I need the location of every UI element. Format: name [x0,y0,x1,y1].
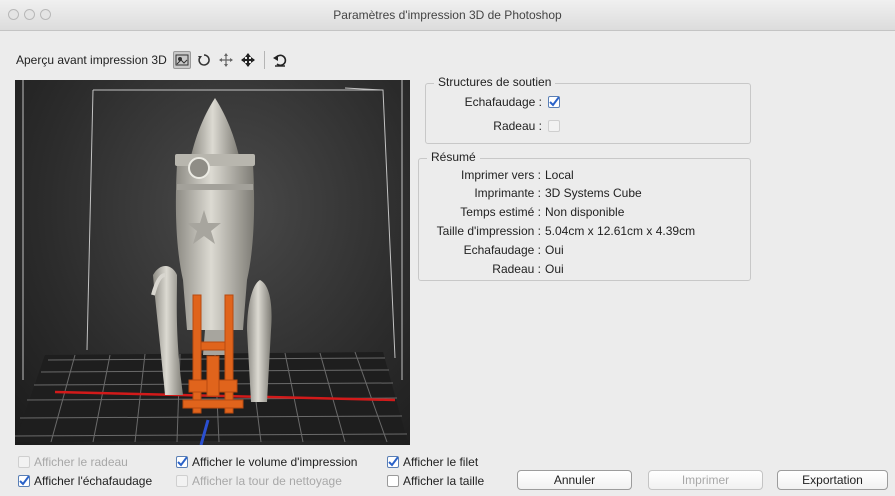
show-size-checkbox[interactable] [387,475,399,487]
raft-label: Radeau : [493,119,542,133]
raft-checkbox[interactable] [548,120,560,132]
summary-value: Non disponible [545,205,625,219]
3d-preview-viewport[interactable] [15,80,410,445]
show-cleaning-tower-label: Afficher la tour de nettoyage [192,474,342,488]
summary-label: Imprimer vers : [460,168,541,182]
summary-row: Temps estimé : Non disponible [419,204,624,220]
show-raft-option[interactable]: Afficher le radeau [18,454,128,470]
reset-view-icon[interactable] [271,51,289,69]
scaffold-checkbox[interactable] [548,96,560,108]
scaffold-label: Echafaudage : [464,95,542,109]
preview-toolbar: Aperçu avant impression 3D [16,50,293,70]
scene-view-icon[interactable] [172,51,191,69]
cancel-button[interactable]: Annuler [517,470,632,490]
summary-row: Imprimante : 3D Systems Cube [419,185,642,201]
check-icon [19,476,29,486]
summary-value: 3D Systems Cube [545,186,642,200]
summary-title: Résumé [427,150,480,164]
support-structures-group: Structures de soutien Echafaudage : Rade… [425,75,751,144]
show-scaffold-option[interactable]: Afficher l'échafaudage [18,473,152,489]
summary-label: Echafaudage : [463,243,541,257]
show-volume-option[interactable]: Afficher le volume d'impression [176,454,357,470]
summary-value: Oui [545,243,564,257]
move-icon[interactable] [239,51,257,69]
show-mesh-option[interactable]: Afficher le filet [387,454,478,470]
show-scaffold-label: Afficher l'échafaudage [34,474,153,488]
summary-label: Imprimante : [474,186,541,200]
summary-row: Echafaudage : Oui [419,242,564,258]
scaffold-row: Echafaudage : [426,94,746,110]
window-title: Paramètres d'impression 3D de Photoshop [333,8,562,22]
summary-row: Imprimer vers : Local [419,167,574,183]
pan-icon[interactable] [217,51,235,69]
title-bar[interactable]: Paramètres d'impression 3D de Photoshop [0,0,895,31]
summary-label: Taille d'impression : [436,224,541,238]
show-raft-label: Afficher le radeau [34,455,128,469]
summary-row: Radeau : Oui [419,261,564,277]
3d-scene [15,80,408,445]
check-icon [177,457,187,467]
print-settings-dialog: Paramètres d'impression 3D de Photoshop … [0,0,895,496]
show-raft-checkbox[interactable] [18,456,30,468]
rotate-icon[interactable] [195,51,213,69]
print-button[interactable]: Imprimer [648,470,763,490]
summary-label: Temps estimé : [460,205,541,219]
raft-row: Radeau : [426,118,746,134]
preview-label: Aperçu avant impression 3D [16,53,167,67]
show-cleaning-tower-checkbox[interactable] [176,475,188,487]
show-volume-label: Afficher le volume d'impression [192,455,358,469]
summary-value: Oui [545,262,564,276]
export-button[interactable]: Exportation [777,470,888,490]
show-volume-checkbox[interactable] [176,456,188,468]
show-scaffold-checkbox[interactable] [18,475,30,487]
summary-label: Radeau : [492,262,541,276]
check-icon [388,457,398,467]
show-mesh-label: Afficher le filet [403,455,479,469]
summary-value: Local [545,168,574,182]
show-size-option[interactable]: Afficher la taille [387,473,484,489]
show-size-label: Afficher la taille [403,474,485,488]
summary-row: Taille d'impression : 5.04cm x 12.61cm x… [419,223,695,239]
summary-value: 5.04cm x 12.61cm x 4.39cm [545,224,696,238]
show-cleaning-tower-option[interactable]: Afficher la tour de nettoyage [176,473,342,489]
check-icon [549,97,559,107]
toolbar-divider [263,51,265,69]
support-structures-title: Structures de soutien [434,75,556,89]
show-mesh-checkbox[interactable] [387,456,399,468]
summary-group: Résumé Imprimer vers : Local Imprimante … [418,150,751,281]
